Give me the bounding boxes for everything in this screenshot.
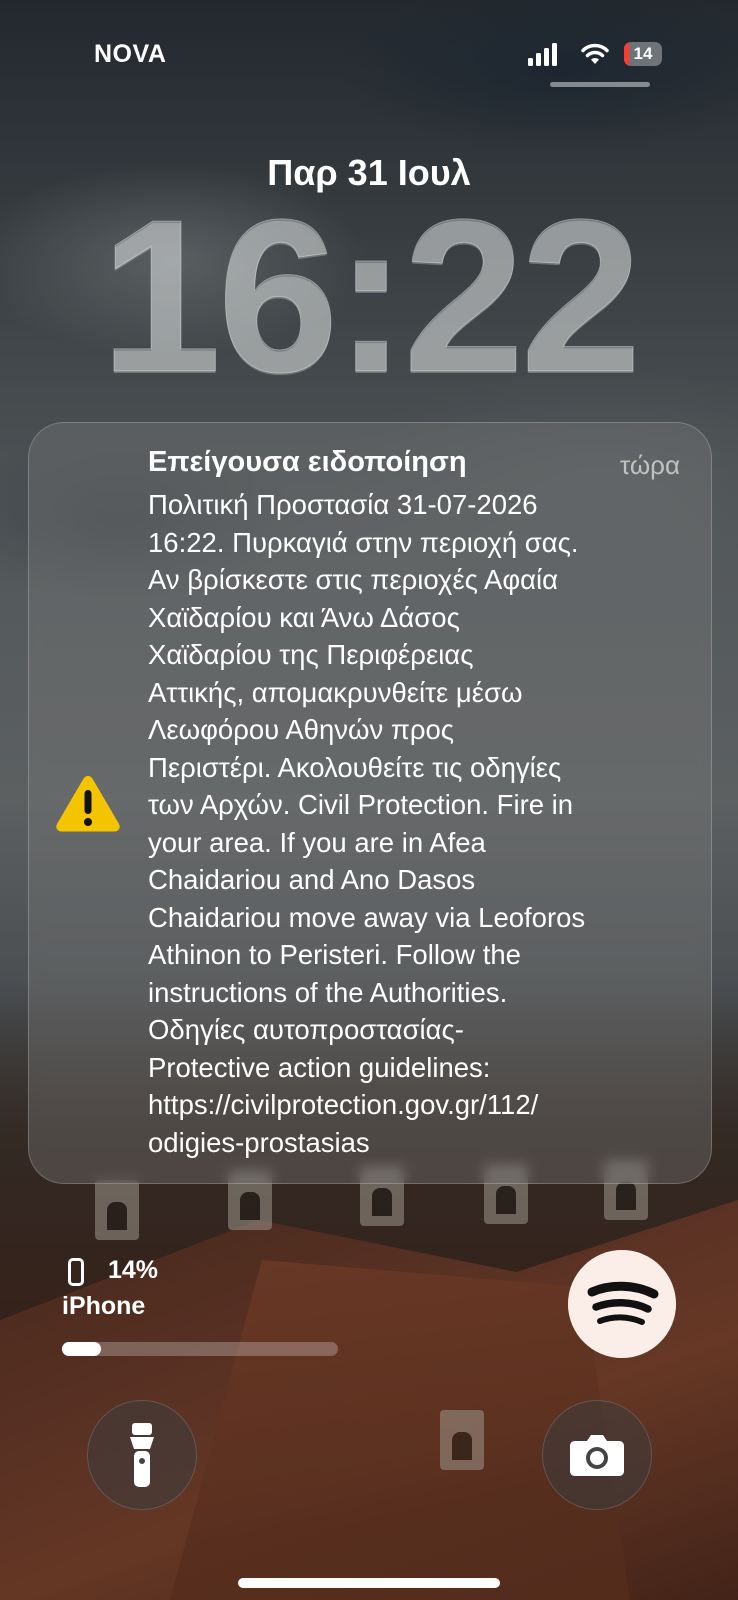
notification-body-line: Protective action guidelines: (148, 1051, 491, 1083)
lock-time: 16:22 (100, 175, 643, 418)
notification-body-line: Οδηγίες αυτοπροστασίας- (148, 1014, 464, 1045)
flashlight-button[interactable] (87, 1400, 197, 1510)
warning-icon (56, 776, 120, 832)
notification-body-line: Αττικής, απομακρυνθείτε μέσω (148, 676, 523, 708)
battery-icon: 14 (624, 42, 662, 66)
spotify-icon[interactable] (568, 1250, 676, 1358)
carrier-name: NOVA (94, 40, 167, 68)
notification-body-line: Χαϊδαρίου και Άνω Δάσος (148, 601, 460, 633)
device-battery-bar (62, 1342, 338, 1356)
flashlight-icon (130, 1423, 154, 1487)
notification-body-line: Περιστέρι. Ακολουθείτε τις οδηγίες (148, 751, 562, 783)
notification-body-line: Chaidariou and Ano Dasos (148, 864, 476, 895)
notification-body: Πολιτική Προστασία 31-07-2026 16:22. Πυρ… (148, 486, 688, 1161)
camera-icon (570, 1435, 624, 1476)
notification-body-line: https://civilprotection.gov.gr/112/ (148, 1089, 539, 1120)
cellular-signal-icon (528, 42, 558, 66)
control-center-grabber[interactable] (550, 82, 650, 87)
device-battery-percent: 14% (108, 1256, 159, 1284)
status-bar: NOVA 14 (0, 0, 738, 110)
notification-body-line: 16:22. Πυρκαγιά στην περιοχή σας. (148, 526, 579, 558)
device-name: iPhone (62, 1292, 146, 1320)
notification-body-line: Αν βρίσκεστε στις περιοχές Αφαία (148, 564, 559, 595)
notification-time: τώρα (619, 450, 680, 480)
notification-body-line: Χαϊδαρίου της Περιφέρειας (148, 639, 474, 670)
notification-body-line: Πολιτική Προστασία 31-07-2026 (148, 489, 538, 520)
notification-body-line: Athinon to Peristeri. Follow the (148, 939, 521, 970)
notification-body-line: Chaidariou move away via Leoforos (148, 901, 586, 933)
notification-body-line: your area. If you are in Afea (148, 826, 486, 858)
camera-button[interactable] (542, 1400, 652, 1510)
notification-body-line: Λεωφόρου Αθηνών προς (148, 714, 455, 745)
notification-body-line: των Αρχών. Civil Protection. Fire in (148, 789, 574, 820)
notification-title: Επείγουσα ειδοποίηση (148, 446, 467, 478)
battery-percent: 14 (633, 44, 653, 63)
device-battery-level (62, 1342, 101, 1356)
notification-body-line: instructions of the Authorities. (148, 976, 508, 1008)
wifi-icon (581, 43, 609, 64)
phone-icon (68, 1258, 84, 1286)
notification-body-line: odigies-prostasias (148, 1126, 370, 1158)
home-indicator[interactable] (238, 1578, 500, 1588)
